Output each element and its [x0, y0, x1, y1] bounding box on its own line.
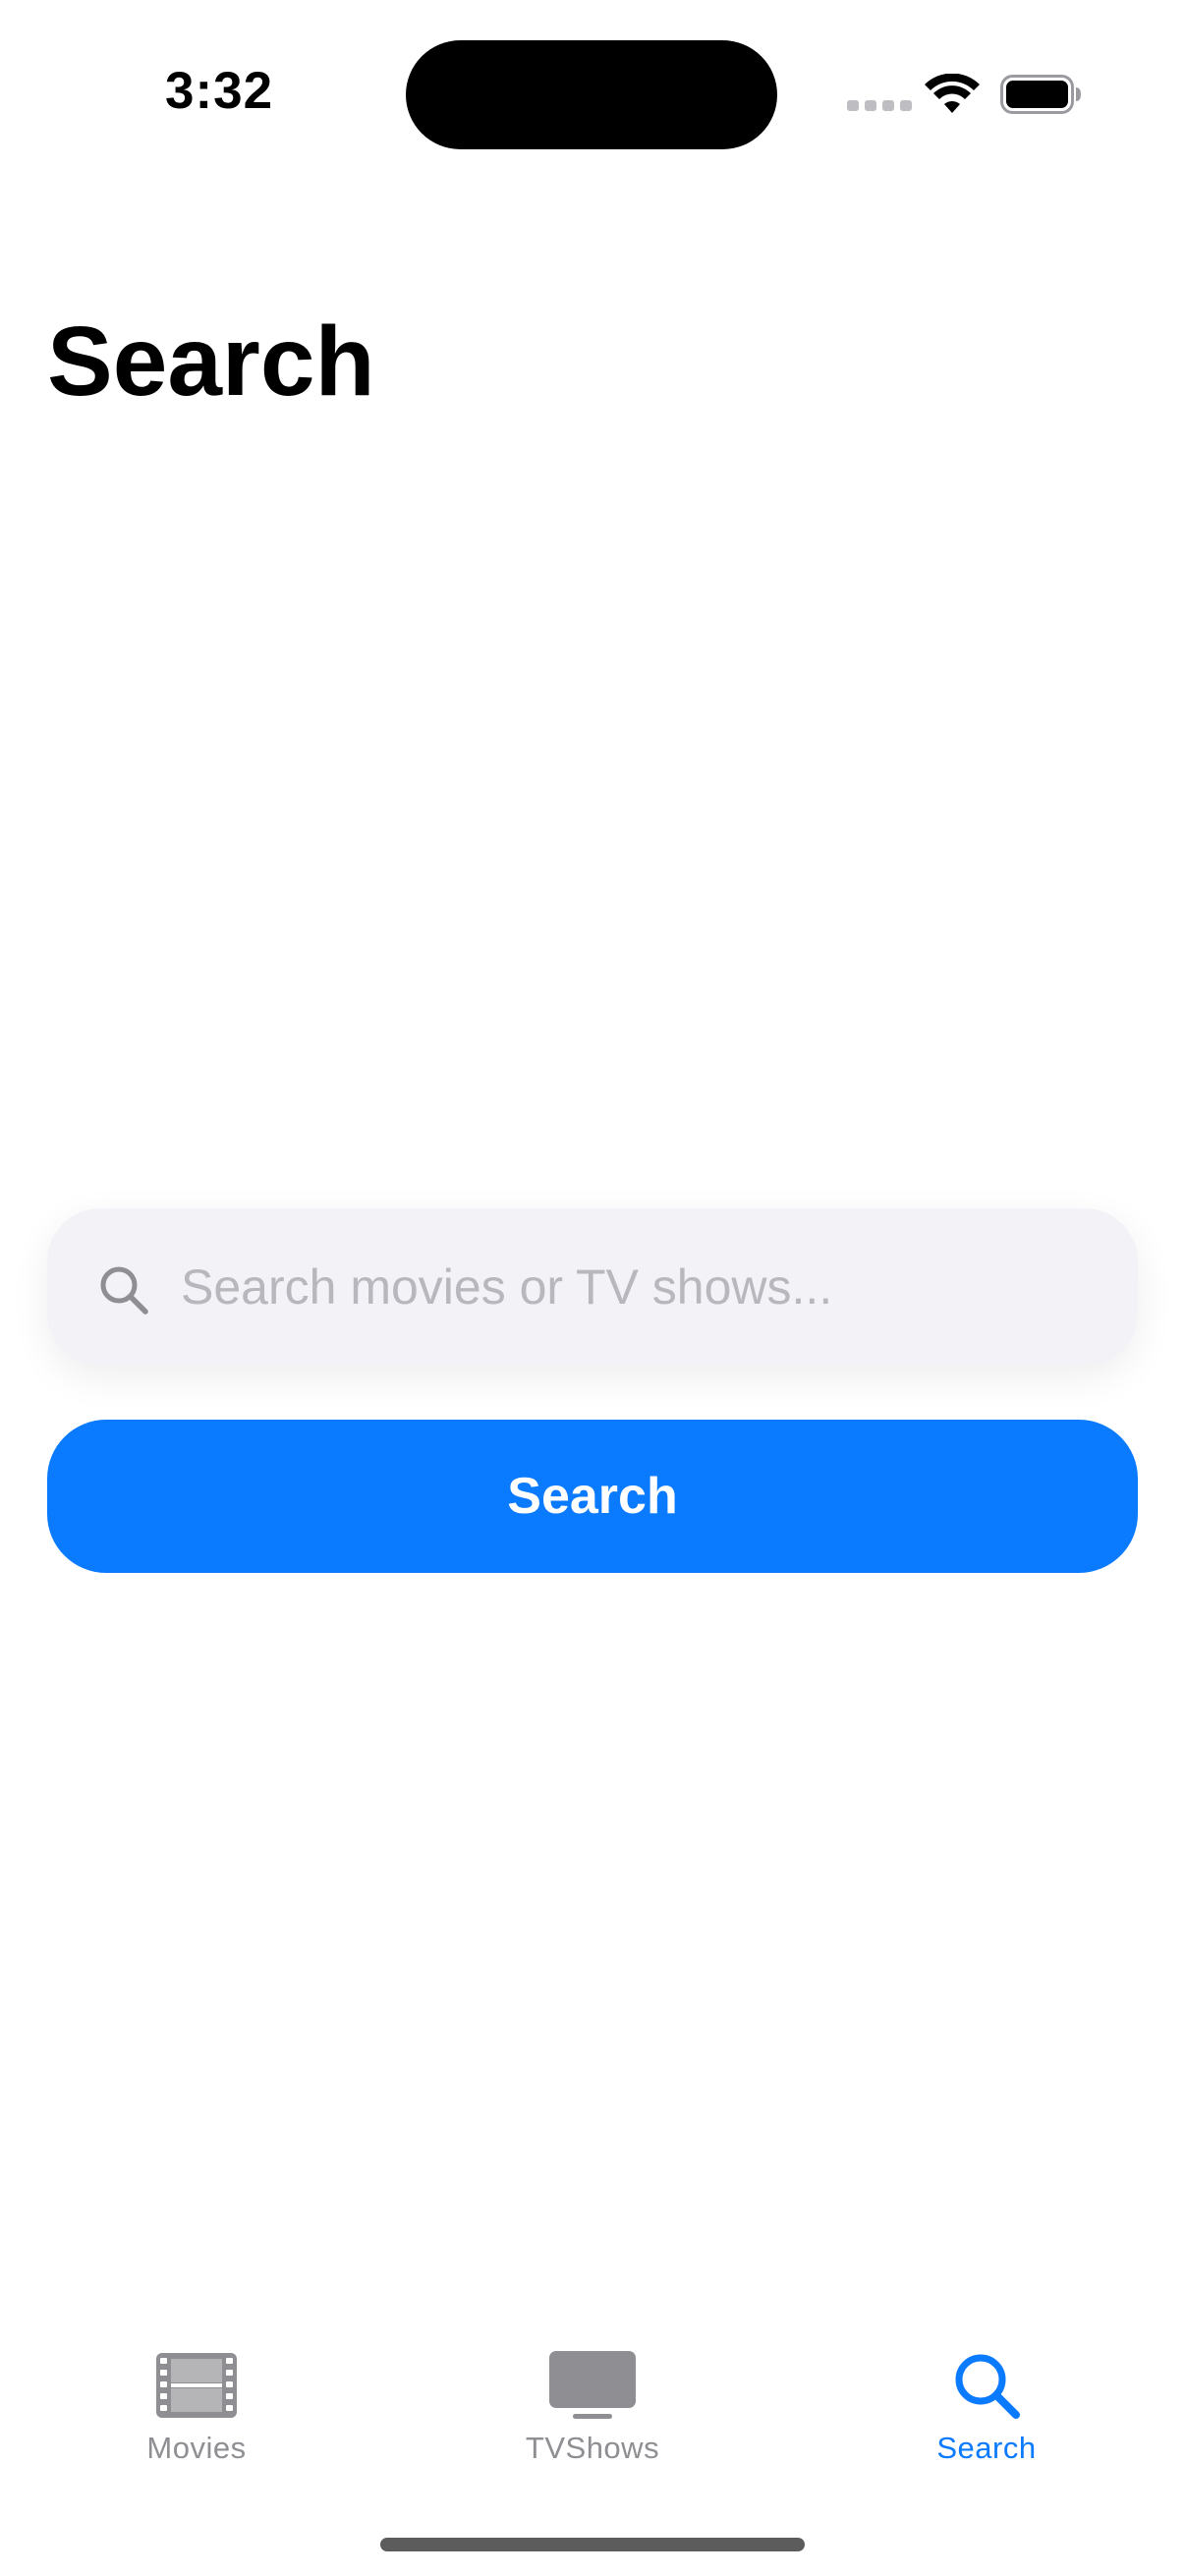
wifi-icon — [925, 74, 980, 113]
status-time: 3:32 — [165, 62, 274, 120]
magnifying-glass-icon — [955, 2354, 1020, 2419]
search-icon — [100, 1266, 148, 1315]
search-field[interactable] — [47, 1208, 1138, 1366]
page-title: Search — [47, 307, 375, 417]
search-button[interactable]: Search — [47, 1420, 1138, 1573]
dynamic-island — [406, 40, 777, 149]
tab-movies[interactable]: Movies — [49, 2319, 344, 2486]
tab-bar: Movies TVShows Search — [0, 2319, 1185, 2515]
home-indicator[interactable] — [380, 2538, 805, 2551]
tab-movies-label: Movies — [146, 2431, 247, 2465]
film-icon — [156, 2353, 237, 2418]
tv-icon — [549, 2351, 636, 2419]
search-input[interactable] — [179, 1208, 1102, 1366]
cellular-signal-icon — [847, 100, 912, 111]
tab-search[interactable]: Search — [839, 2319, 1134, 2486]
battery-icon — [1000, 75, 1081, 114]
status-bar: 3:32 — [0, 0, 1185, 187]
tab-tvshows-label: TVShows — [525, 2431, 660, 2465]
tab-tvshows[interactable]: TVShows — [445, 2319, 740, 2486]
tab-search-label: Search — [936, 2431, 1037, 2465]
